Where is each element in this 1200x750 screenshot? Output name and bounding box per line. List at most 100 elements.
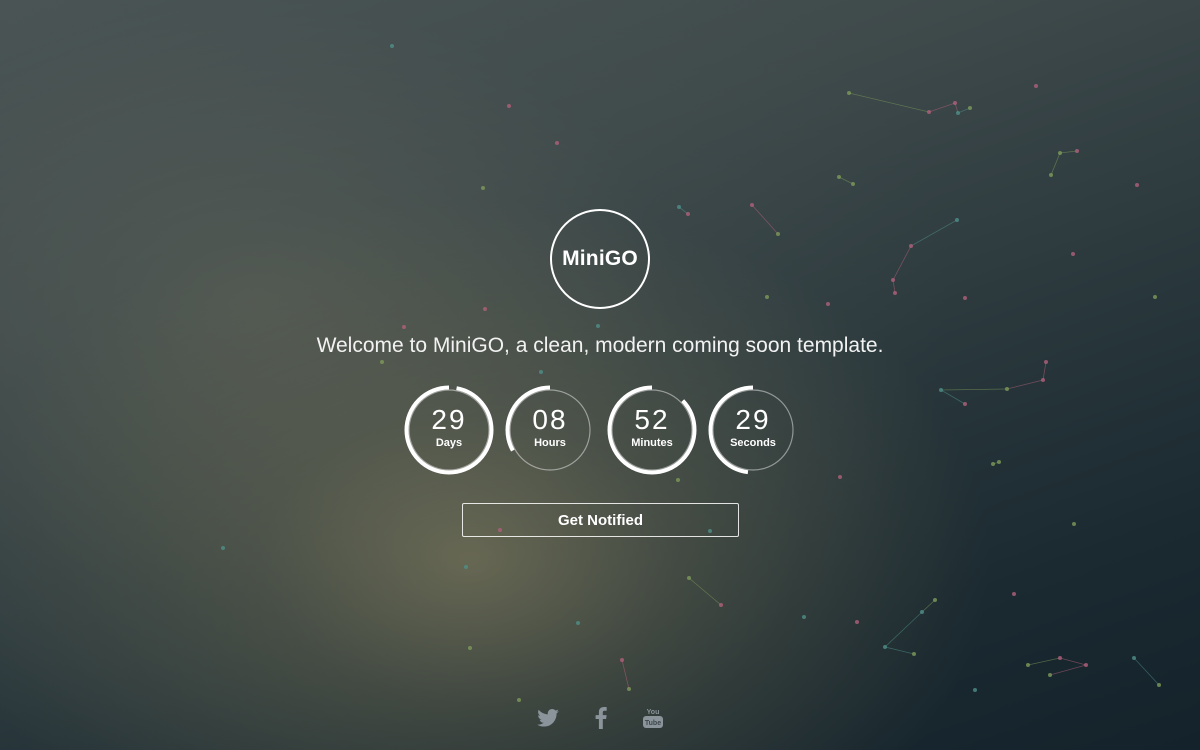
twitter-icon xyxy=(537,709,559,727)
particle-link xyxy=(921,599,936,613)
particle-link xyxy=(1027,657,1061,666)
particle-dot xyxy=(1049,173,1053,177)
particle-dot xyxy=(953,101,957,105)
particle-dot xyxy=(468,646,472,650)
particle-dot xyxy=(481,186,485,190)
particle-dot xyxy=(1072,522,1076,526)
particle-dot xyxy=(1135,183,1139,187)
youtube-link[interactable]: You Tube xyxy=(641,706,665,730)
facebook-icon xyxy=(595,707,607,729)
particle-dot xyxy=(802,615,806,619)
get-notified-button[interactable]: Get Notified xyxy=(462,503,739,537)
days-value: 29 xyxy=(431,404,467,435)
particle-link xyxy=(884,611,923,648)
particle-link xyxy=(751,204,779,235)
particle-dot xyxy=(1153,295,1157,299)
particle-dot xyxy=(991,462,995,466)
particle-link xyxy=(621,659,630,690)
particle-dot xyxy=(687,576,691,580)
particle-dot xyxy=(380,360,384,364)
particle-dot xyxy=(1058,151,1062,155)
particle-dot xyxy=(1075,149,1079,153)
particle-link xyxy=(1049,664,1087,676)
particle-dot xyxy=(1012,592,1016,596)
particle-dot xyxy=(719,603,723,607)
particle-dot xyxy=(893,291,897,295)
particle-dot xyxy=(517,698,521,702)
countdown-minutes: 52 Minutes xyxy=(607,385,697,475)
particle-dot xyxy=(997,460,1001,464)
countdown-days: 29 Days xyxy=(404,385,494,475)
particle-dot xyxy=(851,182,855,186)
welcome-message: Welcome to MiniGO, a clean, modern comin… xyxy=(316,334,884,357)
particle-dot xyxy=(677,205,681,209)
particle-dot xyxy=(1048,673,1052,677)
particle-dot xyxy=(968,106,972,110)
countdown-timer: 29 Days 08 Hours 52 Minutes 29 Seconds xyxy=(404,385,800,475)
hours-value: 08 xyxy=(532,404,568,435)
particle-dot xyxy=(1058,656,1062,660)
minutes-label: Minutes xyxy=(631,437,673,449)
particle-link xyxy=(884,646,915,655)
particle-dot xyxy=(847,91,851,95)
particle-dot xyxy=(1157,683,1161,687)
particle-link xyxy=(940,389,966,405)
svg-text:Tube: Tube xyxy=(645,720,661,727)
particle-dot xyxy=(596,324,600,328)
particle-link xyxy=(1059,657,1087,666)
particle-dot xyxy=(1071,252,1075,256)
particle-dot xyxy=(956,111,960,115)
logo-text: MiniGO xyxy=(562,247,638,270)
particle-dot xyxy=(576,621,580,625)
particle-dot xyxy=(539,370,543,374)
particle-dot xyxy=(1041,378,1045,382)
particle-dot xyxy=(464,565,468,569)
particle-dot xyxy=(912,652,916,656)
particle-dot xyxy=(920,610,924,614)
seconds-label: Seconds xyxy=(730,437,776,449)
particle-dot xyxy=(973,688,977,692)
particle-dot xyxy=(620,658,624,662)
particle-dot xyxy=(555,141,559,145)
particle-dot xyxy=(750,203,754,207)
seconds-value: 29 xyxy=(735,404,771,435)
particle-link xyxy=(1006,379,1044,390)
particle-dot xyxy=(826,302,830,306)
countdown-seconds: 29 Seconds xyxy=(708,385,798,475)
particle-dot xyxy=(1044,360,1048,364)
particle-dot xyxy=(955,218,959,222)
particle-link xyxy=(928,102,956,113)
particle-dot xyxy=(765,295,769,299)
particle-dot xyxy=(939,388,943,392)
particle-dot xyxy=(483,307,487,311)
twitter-link[interactable] xyxy=(536,706,560,730)
particle-dot xyxy=(909,244,913,248)
particle-link xyxy=(838,176,854,185)
facebook-link[interactable] xyxy=(589,706,613,730)
particle-dot xyxy=(838,475,842,479)
particle-link xyxy=(1050,152,1061,176)
particle-link xyxy=(1133,657,1160,686)
particle-dot xyxy=(1132,656,1136,660)
particle-dot xyxy=(686,212,690,216)
particle-dot xyxy=(1005,387,1009,391)
youtube-icon: You Tube xyxy=(643,709,663,728)
countdown-hours: 08 Hours xyxy=(505,385,595,475)
particle-dot xyxy=(963,296,967,300)
particle-dot xyxy=(676,478,680,482)
particle-dot xyxy=(776,232,780,236)
minigo-logo: MiniGO xyxy=(550,209,650,309)
particle-dot xyxy=(933,598,937,602)
particle-dot xyxy=(627,687,631,691)
particle-link xyxy=(688,577,722,606)
particle-link xyxy=(940,388,1008,391)
particle-dot xyxy=(963,402,967,406)
particle-dot xyxy=(855,620,859,624)
particle-link xyxy=(1059,150,1078,154)
particle-dot xyxy=(883,645,887,649)
particle-link xyxy=(910,219,958,247)
particle-dot xyxy=(390,44,394,48)
particle-dot xyxy=(402,325,406,329)
particle-dot xyxy=(1084,663,1088,667)
days-label: Days xyxy=(435,437,463,449)
